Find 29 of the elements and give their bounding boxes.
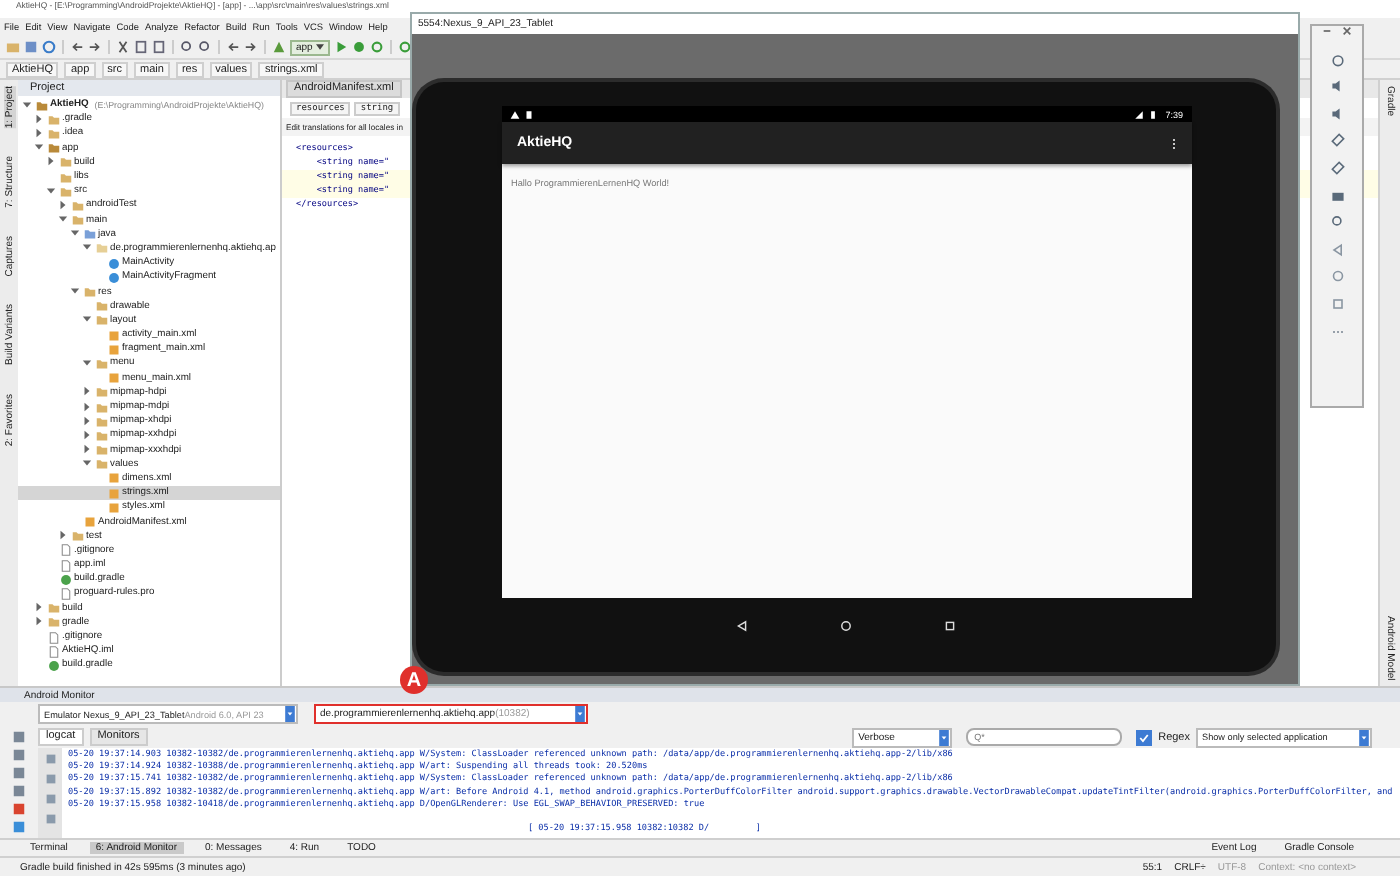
caret-icon [315,43,324,49]
expand-arrow-icon[interactable] [82,357,92,368]
regex-checkbox[interactable] [1136,729,1153,745]
folder-icon [96,357,108,370]
forward-icon[interactable] [244,40,258,54]
dropdown-caret-icon [574,706,586,722]
undo-icon[interactable] [70,40,84,54]
volume-up-icon[interactable] [1329,78,1345,95]
expand-arrow-icon[interactable] [82,314,92,325]
overview-icon[interactable] [944,620,956,632]
minimize-icon[interactable] [1322,26,1332,36]
volume-down-icon[interactable] [1329,105,1345,122]
sd-card-icon [523,109,533,119]
zoom-icon[interactable] [1329,214,1345,231]
redo-icon[interactable] [88,40,102,54]
folder-icon [72,530,84,543]
make-icon[interactable] [272,40,286,54]
expand-arrow-icon[interactable] [70,286,80,297]
file-icon [60,587,72,600]
battery-icon [1147,109,1158,119]
gradle-file-icon [48,659,60,672]
back-icon[interactable] [226,40,240,54]
dropdown-caret-icon [284,706,296,722]
close-icon[interactable] [1342,26,1352,36]
cut-icon[interactable] [116,40,130,54]
run-icon[interactable] [333,40,348,54]
gradle-file-icon [60,573,72,586]
expand-arrow-icon[interactable] [58,530,68,541]
xml-file-icon [108,372,120,385]
